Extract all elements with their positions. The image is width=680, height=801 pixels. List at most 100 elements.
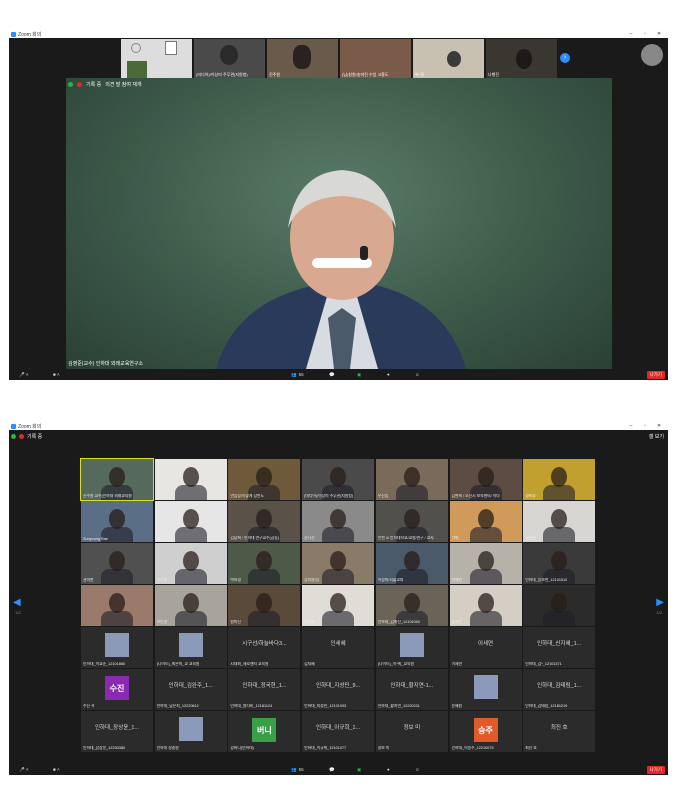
- strip-thumb[interactable]: 나행진: [486, 39, 557, 79]
- participant-tile[interactable]: 윤혜원: [449, 669, 522, 710]
- participant-tile[interactable]: 인하대_이교준_12101860: [81, 627, 153, 668]
- participant-tile[interactable]: 한예빈: [449, 543, 522, 584]
- strip-thumb[interactable]: 박*경: [413, 39, 484, 79]
- meeting-controls: 🎤 ˄ ■ ˄ 👥 55 💬 ▣ ● ☺ 나가기: [9, 369, 668, 380]
- participant-tile[interactable]: 인하대 정중원: [154, 711, 227, 752]
- participant-tile[interactable]: mypro: [154, 501, 227, 542]
- participant-avatar: [182, 509, 199, 529]
- shield-icon: [11, 434, 16, 439]
- participant-tile[interactable]: 인하대_신지혜_1... 인하대_김*_12101371: [523, 627, 596, 668]
- participant-tile[interactable]: 인하대_지성민_9... 인하대_지성민_12131003: [302, 669, 375, 710]
- record-button-icon[interactable]: ●: [387, 371, 390, 378]
- participant-tile[interactable]: Sunyoung Bae: [81, 501, 153, 542]
- participant-tile[interactable]: 안임장/이렇게 장찬도: [228, 459, 301, 500]
- participant-tile[interactable]: 김남희 / 인하대 연구교수(공동): [228, 501, 301, 542]
- participant-tile[interactable]: (미디어)/이상미 주무관(지원청): [302, 459, 375, 500]
- reactions-icon[interactable]: ☺: [415, 766, 420, 773]
- participant-tile[interactable]: 권미현: [81, 543, 153, 584]
- participant-tile[interactable]: 송정윤: [449, 585, 522, 626]
- participant-tile[interactable]: 원미진: [228, 585, 301, 626]
- participant-display-name: 시구선/하늘바다3...: [242, 641, 287, 647]
- strip-thumb[interactable]: (남)창원/송미진 수업 고흥도: [340, 39, 411, 79]
- participant-tile[interactable]: 인하대_김완주_1... 인하대_남은지_12220612: [154, 669, 227, 710]
- participant-tile[interactable]: [154, 459, 227, 500]
- close-icon[interactable]: ✕: [652, 31, 666, 37]
- participant-avatar: [109, 593, 125, 613]
- participants-button[interactable]: 👥 55: [291, 371, 304, 378]
- leave-button[interactable]: 나가기: [646, 371, 665, 379]
- strip-thumb[interactable]: [121, 39, 192, 79]
- participants-button[interactable]: 👥 55: [291, 766, 304, 773]
- participant-avatar: [109, 551, 125, 571]
- participant-tile[interactable]: 우진임: [375, 459, 448, 500]
- participant-tile[interactable]: 인하대_임보현_12101510: [523, 543, 596, 584]
- participant-tile[interactable]: 인세혜 김지혜: [302, 627, 375, 668]
- participant-tile[interactable]: [81, 585, 153, 626]
- participant-tile[interactable]: 박하경: [228, 543, 301, 584]
- participant-tile[interactable]: 이다정: [154, 543, 227, 584]
- mic-icon[interactable]: 🎤 ˄: [19, 371, 28, 378]
- participant-avatar: [551, 467, 568, 487]
- participant-tile[interactable]: 인하대_김태림_1... 인하대_김태림_12181219: [523, 669, 596, 710]
- participant-avatar: [256, 509, 273, 529]
- participant-tile[interactable]: (나이트)_최은미_교 교육원: [154, 627, 227, 668]
- participant-tile[interactable]: 이지예: [302, 585, 375, 626]
- record-button-icon[interactable]: ●: [387, 766, 390, 773]
- participant-tile[interactable]: (나이트)_이*희_교육원: [375, 627, 448, 668]
- view-toggle-button[interactable]: 갤 보기: [649, 433, 664, 440]
- participant-display-name: 인하대_신지혜_1...: [537, 641, 582, 647]
- participant-name: 최진 호: [525, 746, 537, 750]
- strip-thumb[interactable]: (미디어)/이상미 주무관(지원청): [194, 39, 265, 79]
- mic-icon[interactable]: 🎤 ˄: [19, 766, 28, 773]
- participant-tile[interactable]: 최진 호 최진 호: [523, 711, 596, 752]
- self-view-avatar[interactable]: [641, 44, 663, 66]
- minimize-icon[interactable]: –: [624, 31, 638, 37]
- participant-tile[interactable]: 진주원 교수(인하대 외래교육원: [80, 458, 154, 501]
- participant-tile[interactable]: 강지원/임: [302, 543, 375, 584]
- maximize-icon[interactable]: ▫: [638, 31, 652, 37]
- participant-tile[interactable]: 정희정: [523, 459, 596, 500]
- participant-tile[interactable]: 인하대_이규희_1... 인하대_이규희_12101077: [302, 711, 375, 752]
- video-icon[interactable]: ■ ˄: [53, 766, 60, 773]
- participant-tile[interactable]: 시구선/하늘바다3... 시대회_세로센터 교육원: [228, 627, 301, 668]
- participant-tile[interactable]: 인천 4/ 인하대학교/교원/연구 / 교사: [375, 501, 448, 542]
- video-icon[interactable]: ■ ˄: [53, 371, 60, 378]
- maximize-icon[interactable]: ▫: [638, 423, 652, 429]
- participant-tile[interactable]: 인하대_장상윤_1... 인하대_장상윤_12230380: [81, 711, 153, 752]
- participant-tile[interactable]: 인하대_정국현_1... 인하대_원다비_12181124: [228, 669, 301, 710]
- participant-tile[interactable]: 조민경: [154, 585, 227, 626]
- strip-thumb[interactable]: 진주원: [267, 39, 338, 79]
- share-screen-icon[interactable]: ▣: [357, 766, 361, 773]
- next-page-icon[interactable]: ›: [560, 53, 570, 63]
- participant-tile[interactable]: 수진 수진 곽: [81, 669, 153, 710]
- leave-button[interactable]: 나가기: [646, 766, 665, 774]
- participant-name: 권미현: [83, 578, 94, 582]
- participant-tile[interactable]: 강나진: [302, 501, 375, 542]
- participant-tile[interactable]: [523, 585, 596, 626]
- share-screen-icon[interactable]: ▣: [357, 371, 361, 378]
- participant-tile[interactable]: 이정미/서울교대: [375, 543, 448, 584]
- participant-tile[interactable]: 김현희 / 오산시 보육센터/ 이다: [449, 459, 522, 500]
- chat-icon[interactable]: 💬: [329, 766, 335, 773]
- participant-name: 인하대_김태림_12181219: [525, 704, 568, 708]
- participant-tile[interactable]: 인하대_황지연-1... 인하대_황지연_12220231: [375, 669, 448, 710]
- prev-page-icon[interactable]: ◀: [13, 597, 21, 608]
- participant-body: [469, 569, 502, 584]
- participant-avatar: [551, 509, 568, 529]
- chat-icon[interactable]: 💬: [329, 371, 335, 378]
- participant-tile[interactable]: 인하대_김희진_12101050: [375, 585, 448, 626]
- zoom-window-gallery-view: Zoom 회의 – ▫ ✕ 기록 중 갤 보기 ◀ 1/2 ▶ 1/2 진주원 …: [9, 422, 668, 775]
- reactions-icon[interactable]: ☺: [415, 371, 420, 378]
- participant-tile[interactable]: 버니 강버니(인하대): [228, 711, 301, 752]
- close-icon[interactable]: ✕: [652, 423, 666, 429]
- participant-tile[interactable]: 김나리: [523, 501, 596, 542]
- participant-name: 박하경: [230, 578, 241, 582]
- next-page-icon[interactable]: ▶: [656, 597, 664, 608]
- participant-tile[interactable]: 승주 인하대_이승주_12210075: [449, 711, 522, 752]
- minimize-icon[interactable]: –: [624, 423, 638, 429]
- participant-tile[interactable]: 이세연 이세연: [449, 627, 522, 668]
- participant-name: 김남희 / 인하대 연구교수(공동): [230, 536, 280, 540]
- participant-tile[interactable]: 이화: [449, 501, 522, 542]
- participant-tile[interactable]: 정보 미 정보 미: [375, 711, 448, 752]
- participant-initial-avatar: 수진: [105, 676, 129, 700]
